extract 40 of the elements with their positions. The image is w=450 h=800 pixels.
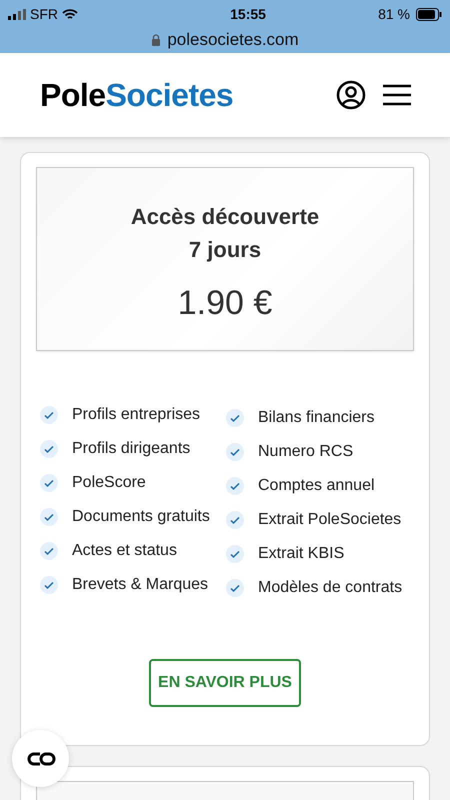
check-icon [40,440,58,458]
check-icon [226,477,244,495]
menu-icon[interactable] [382,84,412,106]
account-icon[interactable] [336,80,366,110]
url-label[interactable]: polesocietes.com [167,27,299,52]
feature-label: Extrait PoleSocietes [258,510,402,530]
logo[interactable]: PoleSocietes [40,71,234,119]
check-icon [40,576,58,594]
feature-label: Bilans financiers [258,408,374,428]
check-icon [226,545,244,563]
learn-more-button[interactable]: EN SAVOIR PLUS [149,659,301,707]
feature-label: PoleScore [72,473,146,493]
check-icon [40,508,58,526]
feature-label: Brevets & Marques [72,575,208,595]
feature-label: Extrait KBIS [258,544,344,564]
carrier-label: SFR [30,5,58,24]
feature-label: Numero RCS [258,442,354,462]
signal-icon [8,9,26,20]
check-icon [226,443,244,461]
battery-label: 81 % [378,5,410,24]
feature-label: Profils dirigeants [72,439,190,459]
offer-price: 1.90 € [178,283,272,324]
check-icon [40,406,58,424]
wifi-icon [62,8,78,20]
check-icon [226,409,244,427]
check-icon [226,511,244,529]
lock-icon [151,34,162,46]
offer-duration: 7 jours [188,236,262,264]
feature-label: Profils entreprises [72,405,200,425]
check-icon [226,579,244,597]
battery-icon [416,8,442,21]
link-icon [26,750,56,766]
feature-label: Comptes annuel [258,476,375,496]
check-icon [40,542,58,560]
offer-title: Accès découverte [130,203,320,231]
feature-label: Documents gratuits [72,507,210,527]
feature-label: Modèles de contrats [258,578,402,598]
clock-label: 15:55 [230,5,266,24]
check-icon [40,474,58,492]
feature-label: Actes et status [72,541,177,561]
